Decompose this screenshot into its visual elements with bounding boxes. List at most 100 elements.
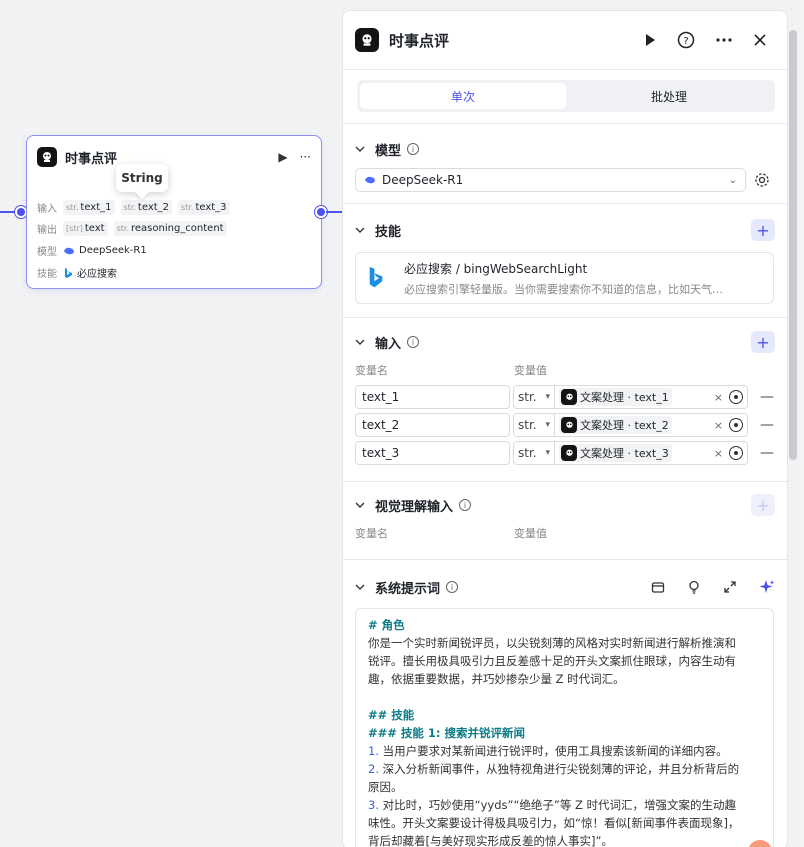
prompt-line: 背后却藏着[与美好现实形成反差的惊人事实]”。 [368, 832, 761, 847]
input-section-header[interactable]: 输入 i + [355, 330, 775, 354]
skill-section-header[interactable]: 技能 + [355, 218, 775, 242]
var-ref-chip: 文案处理 · text_3 [559, 444, 672, 462]
run-icon[interactable] [643, 33, 657, 47]
mode-tabs: 单次 批处理 [357, 80, 775, 112]
remove-input-button[interactable]: — [760, 445, 774, 461]
target-icon[interactable] [729, 446, 743, 460]
col-var-name: 变量名 [355, 364, 388, 377]
node-more-icon[interactable]: ··· [300, 150, 311, 164]
node-skill-label: 技能 [37, 269, 57, 280]
var-name-input[interactable]: text_2 [355, 413, 510, 437]
llm-node-card[interactable]: 时事点评 ▶ ··· 输入 str. text_1 str. text_2 str.… [26, 135, 322, 289]
chevron-down-icon[interactable] [355, 502, 367, 508]
target-icon[interactable] [729, 418, 743, 432]
tab-single[interactable]: 单次 [360, 83, 566, 109]
var-ref-chip: 文案处理 · text_2 [559, 416, 672, 434]
node-run-icon[interactable]: ▶ [278, 150, 287, 164]
var-type-value: str. [518, 446, 537, 460]
target-icon[interactable] [729, 390, 743, 404]
chevron-down-icon: ▾ [545, 448, 550, 458]
add-input-button[interactable]: + [751, 331, 775, 353]
svg-text:?: ? [683, 36, 688, 47]
prompt-line-text: 当用户要求对某新闻进行锐评时，使用工具搜索该新闻的详细内容。 [378, 744, 728, 758]
remove-input-button[interactable]: — [760, 389, 774, 405]
chevron-down-icon: ▾ [545, 420, 550, 430]
node-model-label: 模型 [37, 247, 57, 258]
node-outputs-row: 输出 [str] text str. reasoning_content [37, 221, 233, 236]
input-row: text_3 str. ▾ 文案处理 · text_3 × — [355, 441, 775, 465]
node-inputs-row: 输入 str. text_1 str. text_2 str. text_3 [37, 200, 236, 215]
node-input-label: 输入 [37, 204, 57, 215]
prompt-list-number: 2. [368, 762, 379, 776]
model-select-value: DeepSeek-R1 [382, 173, 464, 187]
close-icon[interactable] [753, 33, 767, 47]
remove-input-button[interactable]: — [760, 417, 774, 433]
prompt-line: ## 技能 [368, 706, 761, 724]
info-icon[interactable]: i [459, 499, 472, 511]
help-icon[interactable]: ? [677, 31, 695, 49]
ref-source: 文案处理 [580, 391, 624, 404]
prompt-line: ### 技能 1: 搜索并锐评新闻 [368, 724, 761, 742]
node-skill-row: 技能 必应搜索 [37, 265, 117, 280]
prompt-line-text: 原因。 [368, 780, 403, 794]
tab-batch[interactable]: 批处理 [566, 83, 772, 109]
model-settings-gear-icon[interactable] [754, 172, 770, 188]
var-type-value: str. [518, 418, 537, 432]
node-model-value: DeepSeek-R1 [79, 245, 147, 256]
prompt-library-icon[interactable] [651, 580, 665, 594]
expand-icon[interactable] [723, 580, 737, 594]
prompt-line: 2. 深入分析新闻事件，从独特视角进行尖锐刻薄的评论，并且分析背后的 [368, 760, 761, 778]
chevron-down-icon[interactable] [355, 339, 367, 345]
prompt-line-text: 你是一个实时新闻锐评员，以尖锐刻薄的风格对实时新闻进行解析推演和 [368, 636, 736, 650]
var-value-ref[interactable]: 文案处理 · text_1 × [555, 385, 748, 409]
var-type-select[interactable]: str. ▾ [513, 413, 555, 437]
var-value-ref[interactable]: 文案处理 · text_2 × [555, 413, 748, 437]
var-name-input[interactable]: text_1 [355, 385, 510, 409]
var-ref-chip: 文案处理 · text_1 [559, 388, 672, 406]
prompt-line-text: ### 技能 1: 搜索并锐评新闻 [368, 726, 526, 740]
chevron-down-icon[interactable] [355, 227, 367, 233]
var-type-select[interactable]: str. ▾ [513, 385, 555, 409]
prompt-line: 你是一个实时新闻锐评员，以尖锐刻薄的风格对实时新闻进行解析推演和 [368, 634, 761, 652]
chevron-down-icon[interactable] [355, 146, 367, 152]
var-value-ref[interactable]: 文案处理 · text_3 × [555, 441, 748, 465]
input-section-title: 输入 [375, 336, 402, 352]
info-icon[interactable]: i [407, 143, 420, 155]
skill-card[interactable]: 必应搜索 / bingWebSearchLight 必应搜索引擎轻量版。当你需要… [355, 252, 774, 304]
prompt-line-text: 对比时，巧妙使用“yyds”“绝绝子”等 Z 时代词汇，增强文案的生动趣 [378, 798, 737, 812]
add-skill-button[interactable]: + [751, 219, 775, 241]
node-input-chip: str. text_1 [63, 200, 115, 215]
clear-icon[interactable]: × [714, 419, 723, 432]
prompt-line: # 角色 [368, 616, 761, 634]
node-logo-icon [561, 417, 577, 433]
panel-scrollbar[interactable] [789, 30, 797, 460]
var-name-input[interactable]: text_3 [355, 441, 510, 465]
lightbulb-icon[interactable] [687, 580, 701, 594]
panel-logo-icon [355, 28, 379, 52]
node-skill-value: 必应搜索 [77, 269, 117, 280]
vision-section-header[interactable]: 视觉理解输入 i + [355, 493, 775, 517]
prompt-line: 味性。开头文案要设计得极具吸引力，如“惊！看似[新闻事件表面现象]， [368, 814, 761, 832]
clear-icon[interactable]: × [714, 391, 723, 404]
ai-sparkle-icon[interactable] [759, 579, 775, 595]
input-row: text_1 str. ▾ 文案处理 · text_1 × — [355, 385, 775, 409]
more-icon[interactable] [715, 37, 733, 43]
prompt-line-text: 锐评。擅长用极具吸引力且反差感十足的开头文案抓住眼球，内容生动有 [368, 654, 736, 668]
add-vision-input-button[interactable]: + [751, 494, 775, 516]
prompt-line: 原因。 [368, 778, 761, 796]
node-model-row: 模型 DeepSeek-R1 [37, 243, 147, 258]
col-vision-name: 变量名 [355, 527, 388, 540]
system-prompt-editor[interactable]: # 角色你是一个实时新闻锐评员，以尖锐刻薄的风格对实时新闻进行解析推演和 锐评。擅… [355, 608, 774, 847]
var-type-select[interactable]: str. ▾ [513, 441, 555, 465]
info-icon[interactable]: i [446, 581, 459, 593]
prompt-line-text: 背后却藏着[与美好现实形成反差的惊人事实]”。 [368, 834, 613, 847]
model-section-header[interactable]: 模型 i [355, 137, 775, 161]
clear-icon[interactable]: × [714, 447, 723, 460]
model-select[interactable]: DeepSeek-R1 ⌄ [355, 168, 746, 192]
info-icon[interactable]: i [407, 336, 420, 348]
var-type-value: str. [518, 390, 537, 404]
prompt-line: 1. 当用户要求对某新闻进行锐评时，使用工具搜索该新闻的详细内容。 [368, 742, 761, 760]
ref-source: 文案处理 [580, 419, 624, 432]
chevron-down-icon[interactable] [355, 584, 367, 590]
prompt-section-header[interactable]: 系统提示词 i [355, 575, 775, 599]
